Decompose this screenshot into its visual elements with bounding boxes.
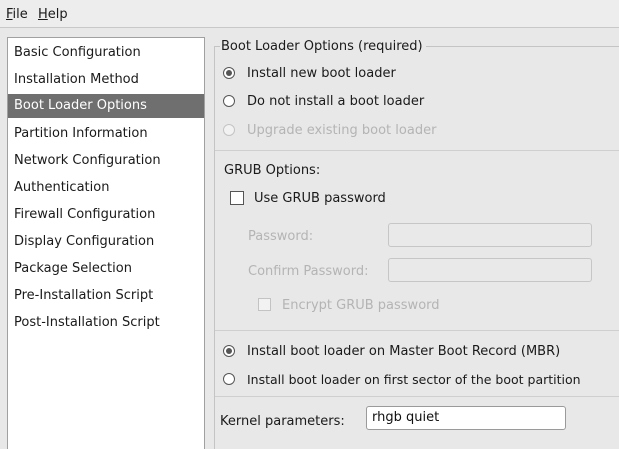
group-title: Boot Loader Options (required) xyxy=(220,39,426,54)
sidebar-item-display-configuration[interactable]: Display Configuration xyxy=(8,230,204,254)
sidebar-item-partition-information[interactable]: Partition Information xyxy=(8,122,204,146)
sidebar-item-basic-configuration[interactable]: Basic Configuration xyxy=(8,41,204,65)
sidebar-item-network-configuration[interactable]: Network Configuration xyxy=(8,149,204,173)
sidebar-item-installation-method[interactable]: Installation Method xyxy=(8,68,204,92)
kernel-parameters-input[interactable]: rhgb quiet xyxy=(366,406,566,430)
radio-indicator xyxy=(223,345,235,357)
radio-indicator xyxy=(223,124,235,136)
sidebar-item-authentication[interactable]: Authentication xyxy=(8,176,204,200)
kernel-parameters-label: Kernel parameters: xyxy=(220,414,345,429)
grub-options-heading: GRUB Options: xyxy=(224,163,321,178)
confirm-password-input[interactable] xyxy=(388,258,592,282)
group-border-left xyxy=(214,46,215,449)
separator xyxy=(215,150,619,151)
menu-file[interactable]: File xyxy=(6,7,28,22)
separator xyxy=(215,330,619,331)
checkbox-indicator xyxy=(258,298,271,311)
boot-loader-panel: Boot Loader Options (required) Install n… xyxy=(208,28,619,449)
sidebar-item-boot-loader-options[interactable]: Boot Loader Options xyxy=(8,94,204,118)
radio-indicator xyxy=(223,67,235,79)
checkbox-indicator xyxy=(230,191,244,205)
menu-bar: File Help xyxy=(0,0,619,28)
sidebar-item-firewall-configuration[interactable]: Firewall Configuration xyxy=(8,203,204,227)
radio-indicator xyxy=(223,373,235,385)
sidebar-nav: Basic Configuration Installation Method … xyxy=(7,37,205,449)
password-label: Password: xyxy=(248,229,314,244)
sidebar-item-pre-installation-script[interactable]: Pre-Installation Script xyxy=(8,284,204,308)
radio-indicator xyxy=(223,95,235,107)
sidebar-item-package-selection[interactable]: Package Selection xyxy=(8,257,204,281)
separator xyxy=(215,396,619,397)
password-input[interactable] xyxy=(388,223,592,247)
confirm-password-label: Confirm Password: xyxy=(248,264,369,279)
sidebar-item-post-installation-script[interactable]: Post-Installation Script xyxy=(8,311,204,335)
menu-help[interactable]: Help xyxy=(38,7,68,22)
